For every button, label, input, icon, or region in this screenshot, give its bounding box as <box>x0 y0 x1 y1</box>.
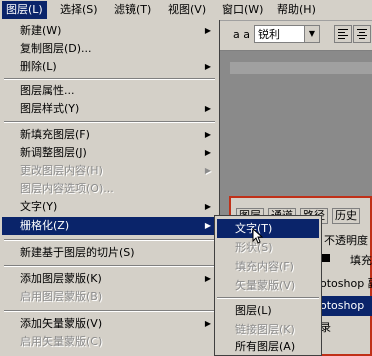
antialias-label: a a <box>233 28 250 41</box>
menu-item-delete[interactable]: 删除(L) ▶ <box>2 58 217 76</box>
menu-item-rasterize[interactable]: 栅格化(Z) ▶ <box>2 217 217 235</box>
tab-history[interactable]: 历史 <box>332 208 360 224</box>
menu-item-change-layer-content: 更改图层内容(H) ▶ <box>2 162 217 180</box>
submenu-item-label: 链接图层(K) <box>235 323 295 336</box>
menu-item-label: 启用矢量蒙版(C) <box>20 335 103 348</box>
menu-filter[interactable]: 滤镜(T) <box>110 1 155 19</box>
menu-item-add-layer-mask[interactable]: 添加图层蒙版(K) ▶ <box>2 270 217 288</box>
layer-menu: 新建(W) ▶ 复制图层(D)... 删除(L) ▶ 图层属性... 图层样式(Y)… <box>0 20 220 356</box>
rasterize-submenu: 文字(T) 形状(S) 填充内容(F) 矢量蒙版(V) 图层(L) 链接图层(K… <box>214 215 322 356</box>
menu-item-label: 添加图层蒙版(K) <box>20 272 102 285</box>
layer-name: otoshop <box>320 299 365 312</box>
menu-separator <box>4 239 215 241</box>
menu-item-label: 新建基于图层的切片(S) <box>20 246 135 259</box>
layer-row[interactable]: otoshop 副 <box>320 274 372 294</box>
menu-item-add-vector-mask[interactable]: 添加矢量蒙版(V) ▶ <box>2 315 217 333</box>
chevron-right-icon: ▶ <box>204 26 211 35</box>
chevron-right-icon: ▶ <box>204 148 211 157</box>
chevron-right-icon: ▶ <box>204 319 211 328</box>
submenu-item-all-layers[interactable]: 所有图层(A) <box>217 339 319 355</box>
menu-item-label: 新填充图层(F) <box>20 128 90 141</box>
submenu-item-label: 所有图层(A) <box>235 340 296 353</box>
menu-item-label: 新调整图层(J) <box>20 146 87 159</box>
layer-name: otoshop 副 <box>320 277 372 290</box>
submenu-item-vector-mask: 矢量蒙版(V) <box>217 276 319 295</box>
menu-separator <box>4 121 215 123</box>
menu-item-label: 启用图层蒙版(B) <box>20 290 103 303</box>
align-left-icon <box>338 29 348 39</box>
menu-item-label: 图层属性... <box>20 84 75 97</box>
submenu-item-label: 图层(L) <box>235 304 272 317</box>
chevron-right-icon: ▶ <box>204 62 211 71</box>
menu-item-new-adjustment-layer[interactable]: 新调整图层(J) ▶ <box>2 144 217 162</box>
menu-separator <box>4 310 215 312</box>
menu-item-new-fill-layer[interactable]: 新填充图层(F) ▶ <box>2 126 217 144</box>
antialias-value: 锐利 <box>258 28 280 41</box>
align-center-button[interactable] <box>353 25 371 43</box>
menu-item-layer-properties[interactable]: 图层属性... <box>2 82 217 100</box>
chevron-down-icon[interactable]: ▼ <box>304 26 319 42</box>
menu-item-label: 更改图层内容(H) <box>20 164 103 177</box>
menu-item-layer-content-options: 图层内容选项(O)... <box>2 180 217 198</box>
submenu-item-label: 填充内容(F) <box>235 260 294 273</box>
menu-item-new-layer-based-slice[interactable]: 新建基于图层的切片(S) <box>2 244 217 262</box>
submenu-item-shape: 形状(S) <box>217 238 319 257</box>
menu-separator <box>217 297 319 299</box>
menu-item-label: 图层样式(Y) <box>20 102 80 115</box>
menu-view[interactable]: 视图(V) <box>164 1 210 19</box>
layer-row[interactable]: 录 <box>320 318 372 338</box>
menu-item-label: 复制图层(D)... <box>20 42 92 55</box>
opacity-label: 不透明度 <box>324 234 368 247</box>
submenu-item-layer[interactable]: 图层(L) <box>217 301 319 320</box>
menu-item-layer-style[interactable]: 图层样式(Y) ▶ <box>2 100 217 118</box>
menu-help[interactable]: 帮助(H) <box>273 1 320 19</box>
chevron-right-icon: ▶ <box>204 130 211 139</box>
menu-separator <box>4 265 215 267</box>
menu-item-label: 添加矢量蒙版(V) <box>20 317 103 330</box>
menu-separator <box>4 78 215 80</box>
submenu-item-linked-layers: 链接图层(K) <box>217 320 319 339</box>
chevron-right-icon: ▶ <box>204 221 211 230</box>
chevron-right-icon: ▶ <box>204 104 211 113</box>
layer-row-selected[interactable]: otoshop <box>320 296 372 316</box>
menu-item-new[interactable]: 新建(W) ▶ <box>2 22 217 40</box>
menu-item-label: 删除(L) <box>20 60 57 73</box>
menu-item-label: 图层内容选项(O)... <box>20 182 114 195</box>
submenu-item-type[interactable]: 文字(T) <box>217 219 319 238</box>
mouse-pointer-icon <box>252 228 264 244</box>
menu-item-enable-layer-mask: 启用图层蒙版(B) <box>2 288 217 306</box>
menu-item-enable-vector-mask: 启用矢量蒙版(C) <box>2 333 217 351</box>
menu-item-label: 栅格化(Z) <box>20 219 70 232</box>
menu-select[interactable]: 选择(S) <box>56 1 102 19</box>
menubar: 图层(L) 选择(S) 滤镜(T) 视图(V) 窗口(W) 帮助(H) <box>0 0 372 21</box>
chevron-right-icon: ▶ <box>204 274 211 283</box>
menu-item-type[interactable]: 文字(Y) ▶ <box>2 198 217 216</box>
submenu-item-fill-content: 填充内容(F) <box>217 257 319 276</box>
lock-icon[interactable] <box>322 254 330 262</box>
canvas-window-titlebar <box>230 62 372 74</box>
submenu-item-label: 矢量蒙版(V) <box>235 279 296 292</box>
menu-item-duplicate-layer[interactable]: 复制图层(D)... <box>2 40 217 58</box>
menu-item-label: 文字(Y) <box>20 200 58 213</box>
chevron-right-icon: ▶ <box>204 166 211 175</box>
align-center-icon <box>357 29 367 39</box>
align-left-button[interactable] <box>334 25 352 43</box>
menu-layer[interactable]: 图层(L) <box>2 1 47 19</box>
fill-label: 填充 <box>350 254 372 267</box>
antialias-select[interactable]: 锐利 ▼ <box>254 25 320 43</box>
chevron-right-icon: ▶ <box>204 202 211 211</box>
menu-window[interactable]: 窗口(W) <box>218 1 267 19</box>
menu-item-label: 新建(W) <box>20 24 62 37</box>
